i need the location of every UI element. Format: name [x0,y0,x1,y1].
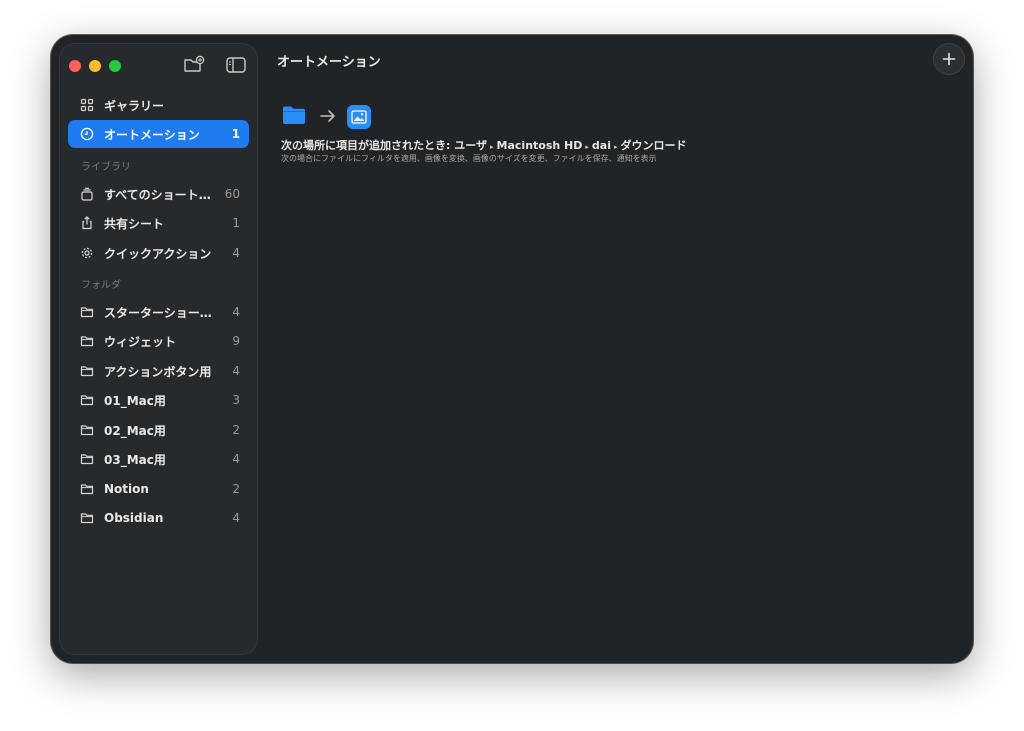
sidebar-item-label: スターターショートカット [104,305,216,320]
item-count: 60 [224,187,240,201]
automation-subtitle: 次の場合にファイルにフィルタを適用、画像を変換、画像のサイズを変更、ファイルを保… [281,154,657,163]
path-separator: ▸ [585,143,589,151]
sidebar-item-folder[interactable]: Obsidian 4 [68,504,249,532]
sidebar-item-folder[interactable]: ウィジェット 9 [68,327,249,355]
item-count: 4 [232,364,240,378]
stack-icon [79,186,95,202]
sidebar-item-quick-actions[interactable]: クイックアクション 4 [68,239,249,267]
automation-trigger-text: 次の場所に項目が追加されたとき: [281,139,455,152]
automation-flow[interactable] [282,105,371,129]
automation-title[interactable]: 次の場所に項目が追加されたとき: ユーザ ▸ Macintosh HD ▸ dai ▸ ダウ… [281,137,687,153]
path-separator: ▸ [613,143,618,151]
sidebar-item-all-shortcuts[interactable]: すべてのショートカット 60 [68,180,249,208]
sidebar-item-automation[interactable]: オートメーション 1 [68,120,249,148]
folder-icon [79,392,95,408]
item-count: 2 [232,423,240,437]
item-count: 4 [232,246,240,260]
new-folder-icon [184,55,205,72]
sidebar-item-label: ギャラリー [104,98,165,113]
page-title: オートメーション [277,55,381,70]
item-count: 4 [232,452,240,466]
item-count: 4 [232,511,240,525]
item-count: 4 [232,305,240,319]
sidebar-item-label: Obsidian [104,511,164,525]
sidebar-item-label: 共有シート [104,216,165,231]
item-count: 2 [232,482,240,496]
path-segment: ダウンロード [620,139,687,152]
sidebar-item-folder[interactable]: 02_Mac用 2 [68,416,249,444]
folder-icon [79,422,95,438]
sidebar-item-gallery[interactable]: ギャラリー [68,91,249,119]
sidebar-item-share-sheet[interactable]: 共有シート 1 [68,209,249,237]
folder-icon [79,363,95,379]
item-count: 9 [232,334,240,348]
sidebar-item-folder[interactable]: アクションボタン用 4 [68,357,249,385]
sidebar-item-label: Notion [104,482,149,496]
add-automation-button[interactable] [933,43,965,75]
folder-icon [79,333,95,349]
sidebar-item-folder[interactable]: 03_Mac用 4 [68,445,249,473]
folder-icon [79,481,95,497]
path-separator: ▸ [490,143,494,151]
sidebar-item-label: 02_Mac用 [104,423,166,438]
sidebar-item-label: ウィジェット [104,334,177,349]
zoom-window-button[interactable] [109,60,121,72]
minimize-window-button[interactable] [89,60,101,72]
close-window-button[interactable] [69,60,81,72]
sidebar-item-label: アクションボタン用 [104,364,212,379]
path-segment: dai [591,139,611,152]
sidebar-item-label: オートメーション [104,127,200,142]
sidebar-item-label: すべてのショートカット [104,187,216,202]
share-icon [79,215,95,231]
image-icon [347,105,371,129]
library-section-label: ライブラリ [81,162,131,173]
gear-icon [79,245,95,261]
folder-icon [282,105,306,129]
folder-icon [79,510,95,526]
item-count: 3 [232,393,240,407]
folder-icon [79,304,95,320]
clock-icon [79,126,95,142]
plus-icon [942,52,956,66]
toggle-sidebar-button[interactable] [225,55,247,75]
new-folder-button[interactable] [183,55,205,75]
sidebar-item-label: 01_Mac用 [104,393,166,408]
window-controls [69,60,121,72]
gallery-grid-icon [79,97,95,113]
app-window: ギャラリー オートメーション 1 ライブラリ すべてのショートカット 60 共有… [51,35,973,663]
path-segment: ユーザ [454,139,488,152]
folder-icon [79,451,95,467]
item-count: 1 [232,216,240,230]
sidebar: ギャラリー オートメーション 1 ライブラリ すべてのショートカット 60 共有… [59,43,258,655]
arrow-right-icon [320,108,336,127]
sidebar-item-folder[interactable]: 01_Mac用 3 [68,386,249,414]
sidebar-toggle-icon [226,57,246,73]
item-count: 1 [231,127,240,141]
folders-section-label: フォルダ [81,280,121,291]
path-segment: Macintosh HD [496,139,583,152]
sidebar-item-label: 03_Mac用 [104,452,166,467]
sidebar-item-label: クイックアクション [104,246,212,261]
sidebar-item-folder[interactable]: スターターショートカット 4 [68,298,249,326]
sidebar-item-folder[interactable]: Notion 2 [68,475,249,503]
